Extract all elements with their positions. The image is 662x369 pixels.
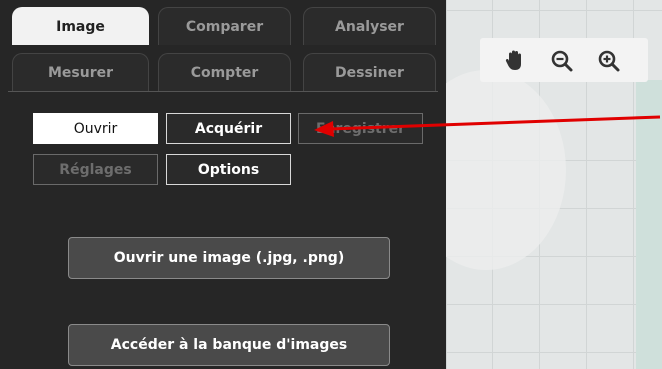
tab-analyser[interactable]: Analyser: [303, 7, 436, 45]
tab-mesurer[interactable]: Mesurer: [12, 53, 149, 91]
save-button[interactable]: Enregistrer: [298, 113, 423, 144]
open-button[interactable]: Ouvrir: [33, 113, 158, 144]
tab-comparer[interactable]: Comparer: [158, 7, 291, 45]
zoom-in-icon[interactable]: [594, 46, 624, 76]
grid-line: [446, 352, 662, 353]
tab-image[interactable]: Image: [12, 7, 149, 45]
grid-line: [446, 10, 662, 11]
hand-icon[interactable]: [500, 46, 530, 76]
grid-line: [446, 304, 662, 305]
left-panel: Image Comparer Analyser Mesurer Compter …: [0, 0, 446, 369]
open-image-button[interactable]: Ouvrir une image (.jpg, .png): [68, 237, 390, 279]
background-shape: [446, 70, 566, 270]
tabs-divider: [8, 91, 438, 92]
tab-dessiner[interactable]: Dessiner: [303, 53, 436, 91]
background-panel: [636, 80, 662, 369]
tab-compter[interactable]: Compter: [158, 53, 291, 91]
acquire-button[interactable]: Acquérir: [166, 113, 291, 144]
image-bank-button[interactable]: Accéder à la banque d'images: [68, 324, 390, 366]
settings-button[interactable]: Réglages: [33, 154, 158, 185]
options-button[interactable]: Options: [166, 154, 291, 185]
zoom-out-icon[interactable]: [547, 46, 577, 76]
